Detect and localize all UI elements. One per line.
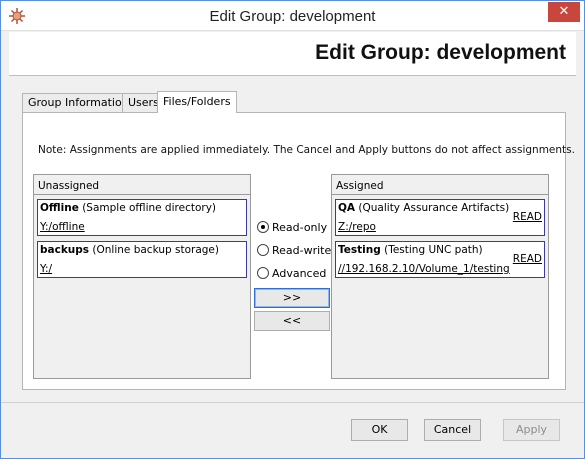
edit-group-window: Edit Group: development ✕ Edit Group: de… xyxy=(0,0,585,459)
radio-label: Advanced xyxy=(272,267,327,280)
item-path-link[interactable]: Z:/repo xyxy=(338,221,376,233)
item-description: (Online backup storage) xyxy=(92,244,219,256)
list-item[interactable]: Testing (Testing UNC path) //192.168.2.1… xyxy=(335,241,545,278)
radio-unselected-icon xyxy=(257,244,269,256)
files-folders-panel: Note: Assignments are applied immediatel… xyxy=(22,112,575,390)
item-path-link[interactable]: //192.168.2.10/Volume_1/testing xyxy=(338,263,510,275)
title-bar[interactable]: Edit Group: development ✕ xyxy=(1,1,584,31)
list-item[interactable]: Offline (Sample offline directory) Y:/of… xyxy=(37,199,247,236)
assigned-list[interactable]: Assigned QA (Quality Assurance Artifacts… xyxy=(331,174,549,379)
ok-button[interactable]: OK xyxy=(351,419,408,441)
permission-link[interactable]: READ xyxy=(513,211,542,223)
radio-selected-icon xyxy=(257,221,269,233)
radio-label: Read-only xyxy=(272,221,328,234)
item-name: backups xyxy=(40,244,90,256)
apply-button[interactable]: Apply xyxy=(503,419,560,441)
window-title: Edit Group: development xyxy=(209,8,376,25)
tab-files-folders[interactable]: Files/Folders xyxy=(157,91,237,113)
radio-label: Read-write xyxy=(272,244,332,257)
dialog-footer: OK Cancel Apply xyxy=(1,402,584,458)
item-path-link[interactable]: Y:/ xyxy=(40,263,52,275)
radio-read-only[interactable]: Read-only xyxy=(257,221,327,237)
close-button[interactable]: ✕ xyxy=(548,2,580,22)
item-name: QA xyxy=(338,202,356,214)
radio-advanced[interactable]: Advanced xyxy=(257,267,326,283)
item-description: (Testing UNC path) xyxy=(384,244,483,256)
unassigned-header: Unassigned xyxy=(34,175,250,195)
radio-read-write[interactable]: Read-write xyxy=(257,244,331,260)
unassigned-list[interactable]: Unassigned Offline (Sample offline direc… xyxy=(33,174,251,379)
list-item[interactable]: QA (Quality Assurance Artifacts) Z:/repo… xyxy=(335,199,545,236)
item-name: Testing xyxy=(338,244,381,256)
unassign-button[interactable]: << xyxy=(254,311,330,331)
permission-link[interactable]: READ xyxy=(513,253,542,265)
assigned-header: Assigned xyxy=(332,175,548,195)
assign-button[interactable]: >> xyxy=(254,288,330,308)
tab-group-information[interactable]: Group Information xyxy=(22,93,135,112)
item-name: Offline xyxy=(40,202,79,214)
radio-unselected-icon xyxy=(257,267,269,279)
assignment-note: Note: Assignments are applied immediatel… xyxy=(38,144,575,156)
dialog-title: Edit Group: development xyxy=(315,41,566,64)
dialog-header: Edit Group: development xyxy=(9,32,576,76)
item-description: (Sample offline directory) xyxy=(82,202,217,214)
item-path-link[interactable]: Y:/offline xyxy=(40,221,85,233)
list-item[interactable]: backups (Online backup storage) Y:/ xyxy=(37,241,247,278)
cancel-button[interactable]: Cancel xyxy=(424,419,481,441)
item-description: (Quality Assurance Artifacts) xyxy=(358,202,510,214)
